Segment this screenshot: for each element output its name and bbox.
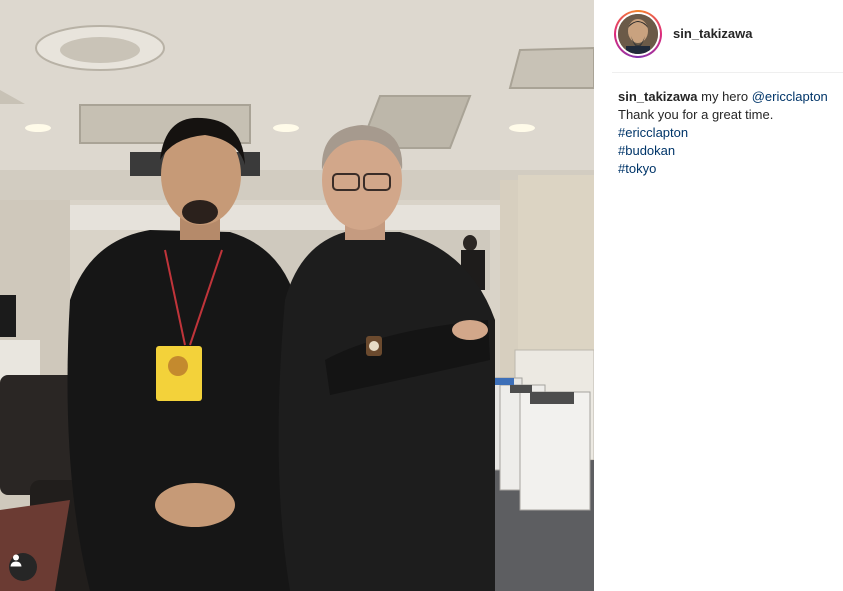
user-tag-icon (10, 554, 22, 567)
hashtag-link-budokan[interactable]: #budokan (618, 142, 840, 160)
hashtag-link-tokyo[interactable]: #tokyo (618, 160, 840, 178)
caption-text: my hero (701, 89, 749, 104)
photo-illustration (0, 0, 594, 591)
tag-people-button[interactable] (9, 553, 37, 581)
avatar-frame (616, 12, 660, 56)
post-photo[interactable] (0, 0, 594, 591)
post-header: sin_takizawa (596, 0, 843, 72)
post-caption: sin_takizawa my hero @ericclapton Thank … (618, 88, 840, 178)
caption-line-1: sin_takizawa my hero @ericclapton (618, 88, 840, 106)
avatar (618, 14, 658, 54)
avatar-story-ring[interactable] (614, 10, 662, 58)
post-sidebar: sin_takizawa sin_takizawa my hero @ericc… (596, 0, 843, 591)
header-divider (612, 72, 843, 73)
avatar-image (618, 14, 658, 54)
caption-mention-link[interactable]: @ericclapton (752, 89, 828, 104)
caption-author[interactable]: sin_takizawa (618, 89, 698, 104)
header-username[interactable]: sin_takizawa (673, 26, 753, 41)
hashtag-link-ericclapton[interactable]: #ericclapton (618, 124, 840, 142)
caption-line-2: Thank you for a great time. (618, 107, 774, 122)
